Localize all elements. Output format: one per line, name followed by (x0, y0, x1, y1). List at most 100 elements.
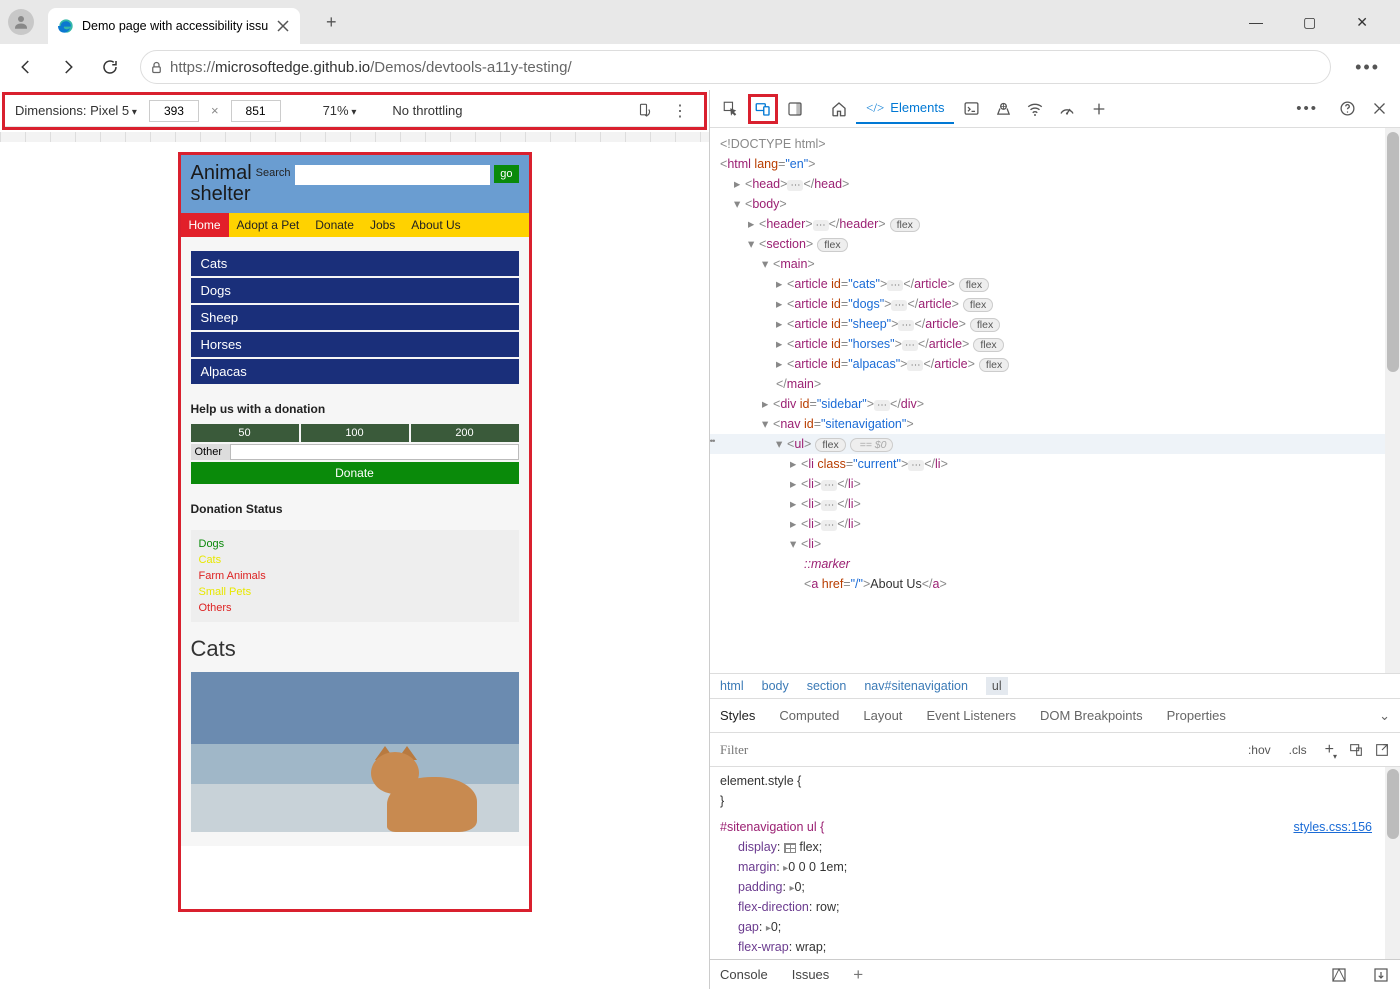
refresh-button[interactable] (92, 49, 128, 85)
donate-100[interactable]: 100 (301, 424, 409, 442)
console-tab-icon[interactable] (956, 94, 986, 124)
styles-tab[interactable]: Styles (720, 708, 755, 723)
status-item: Others (199, 602, 511, 614)
welcome-icon[interactable] (824, 94, 854, 124)
crumb[interactable]: body (762, 679, 789, 693)
browser-tab[interactable]: Demo page with accessibility issu (48, 8, 300, 44)
new-tab-button[interactable]: + (316, 7, 346, 37)
network-tab-icon[interactable] (1020, 94, 1050, 124)
lock-icon (149, 60, 164, 75)
other-label: Other (191, 444, 227, 460)
css-pane[interactable]: element.style { } #sitenavigation ul {st… (710, 767, 1400, 959)
nav-about[interactable]: About Us (403, 213, 468, 237)
list-item[interactable]: Horses (191, 332, 519, 357)
device-toolbar-more[interactable]: ⋮ (666, 101, 694, 121)
device-toolbar: Dimensions: Pixel 5 × 71% No throttling … (5, 95, 704, 127)
tab-bar: Demo page with accessibility issu + — ▢ … (0, 0, 1400, 44)
width-input[interactable] (149, 100, 199, 122)
donate-200[interactable]: 200 (411, 424, 519, 442)
css-scrollbar[interactable] (1385, 767, 1400, 959)
category-list: Cats Dogs Sheep Horses Alpacas (191, 251, 519, 384)
styles-filter-input[interactable] (710, 734, 1234, 766)
dimension-separator: × (211, 103, 219, 118)
profile-button[interactable] (8, 9, 34, 35)
crumb-current[interactable]: ul (986, 677, 1008, 695)
cats-heading: Cats (191, 636, 519, 662)
help-icon[interactable] (1332, 94, 1362, 124)
donation-heading: Help us with a donation (191, 402, 519, 416)
performance-tab-icon[interactable] (1052, 94, 1082, 124)
crumb[interactable]: nav#sitenavigation (864, 679, 968, 693)
status-item: Small Pets (199, 586, 511, 598)
nav-jobs[interactable]: Jobs (362, 213, 403, 237)
add-drawer-tab[interactable]: + (853, 965, 863, 985)
minimize-button[interactable]: — (1239, 6, 1273, 39)
close-window-button[interactable]: ✕ (1346, 6, 1378, 39)
dom-scrollbar[interactable] (1385, 128, 1400, 673)
crumb[interactable]: section (807, 679, 847, 693)
devtools-more[interactable]: ••• (1284, 96, 1330, 121)
computed-tab[interactable]: Computed (779, 708, 839, 723)
forward-button[interactable] (50, 49, 86, 85)
new-style-icon[interactable]: +▾ (1321, 739, 1338, 761)
list-item[interactable]: Dogs (191, 278, 519, 303)
nav-donate[interactable]: Donate (307, 213, 362, 237)
rotate-icon[interactable] (636, 102, 654, 120)
nav-bar: https://microsoftedge.github.io/Demos/de… (0, 44, 1400, 90)
styles-filter-row: :hov .cls +▾ (710, 733, 1400, 767)
tab-title: Demo page with accessibility issu (82, 19, 268, 33)
dom-breakpoints-tab[interactable]: DOM Breakpoints (1040, 708, 1143, 723)
dock-icon[interactable] (780, 94, 810, 124)
css-source-link[interactable]: styles.css:156 (1293, 817, 1372, 837)
close-icon[interactable] (276, 19, 290, 33)
status-box: Dogs Cats Farm Animals Small Pets Others (191, 530, 519, 622)
errors-icon[interactable] (1330, 966, 1348, 984)
maximize-button[interactable]: ▢ (1293, 6, 1326, 39)
status-item: Cats (199, 554, 511, 566)
list-item[interactable]: Sheep (191, 305, 519, 330)
layout-tab[interactable]: Layout (863, 708, 902, 723)
drawer-toggle-icon[interactable] (1372, 966, 1390, 984)
browser-menu-button[interactable]: ••• (1343, 53, 1392, 82)
page-title: Animalshelter (191, 163, 252, 205)
go-button[interactable]: go (494, 165, 518, 183)
inspect-icon[interactable] (716, 94, 746, 124)
elements-breadcrumb[interactable]: html body section nav#sitenavigation ul (710, 673, 1400, 699)
zoom-dropdown[interactable]: 71% (323, 103, 357, 118)
other-amount-input[interactable] (230, 444, 518, 460)
donate-50[interactable]: 50 (191, 424, 299, 442)
close-devtools-icon[interactable] (1364, 94, 1394, 124)
hov-button[interactable]: :hov (1244, 741, 1275, 759)
nav-adopt[interactable]: Adopt a Pet (229, 213, 308, 237)
console-drawer-tab[interactable]: Console (720, 967, 768, 982)
chevron-down-icon[interactable]: ⌄ (1379, 708, 1390, 724)
sources-tab-icon[interactable] (988, 94, 1018, 124)
height-input[interactable] (231, 100, 281, 122)
cls-button[interactable]: .cls (1285, 741, 1311, 759)
crumb[interactable]: html (720, 679, 744, 693)
cat-image (191, 672, 519, 832)
nav-home[interactable]: Home (181, 213, 229, 237)
properties-tab[interactable]: Properties (1167, 708, 1226, 723)
devtools-drawer: Console Issues + (710, 959, 1400, 989)
url-text: https://microsoftedge.github.io/Demos/de… (170, 59, 572, 76)
throttling-dropdown[interactable]: No throttling (392, 103, 462, 118)
elements-tab[interactable]: </>Elements (856, 94, 954, 124)
devtools-tabbar: </>Elements ••• (710, 90, 1400, 128)
donate-button[interactable]: Donate (191, 462, 519, 484)
dom-tree[interactable]: <!DOCTYPE html> <html lang="en"> ▸<head>… (710, 128, 1400, 673)
device-icon[interactable] (1348, 742, 1364, 758)
popout-icon[interactable] (1374, 742, 1390, 758)
back-button[interactable] (8, 49, 44, 85)
add-tab-icon[interactable] (1084, 94, 1114, 124)
listeners-tab[interactable]: Event Listeners (926, 708, 1016, 723)
viewport-panel: Dimensions: Pixel 5 × 71% No throttling … (0, 90, 710, 989)
list-item[interactable]: Alpacas (191, 359, 519, 384)
emulated-viewport: Animalshelter Search go Home Adopt a Pet… (178, 152, 532, 912)
issues-drawer-tab[interactable]: Issues (792, 967, 830, 982)
address-bar[interactable]: https://microsoftedge.github.io/Demos/de… (140, 50, 1331, 84)
dimensions-dropdown[interactable]: Dimensions: Pixel 5 (15, 103, 137, 118)
search-input[interactable] (295, 165, 491, 185)
device-toggle-icon[interactable] (748, 94, 778, 124)
list-item[interactable]: Cats (191, 251, 519, 276)
